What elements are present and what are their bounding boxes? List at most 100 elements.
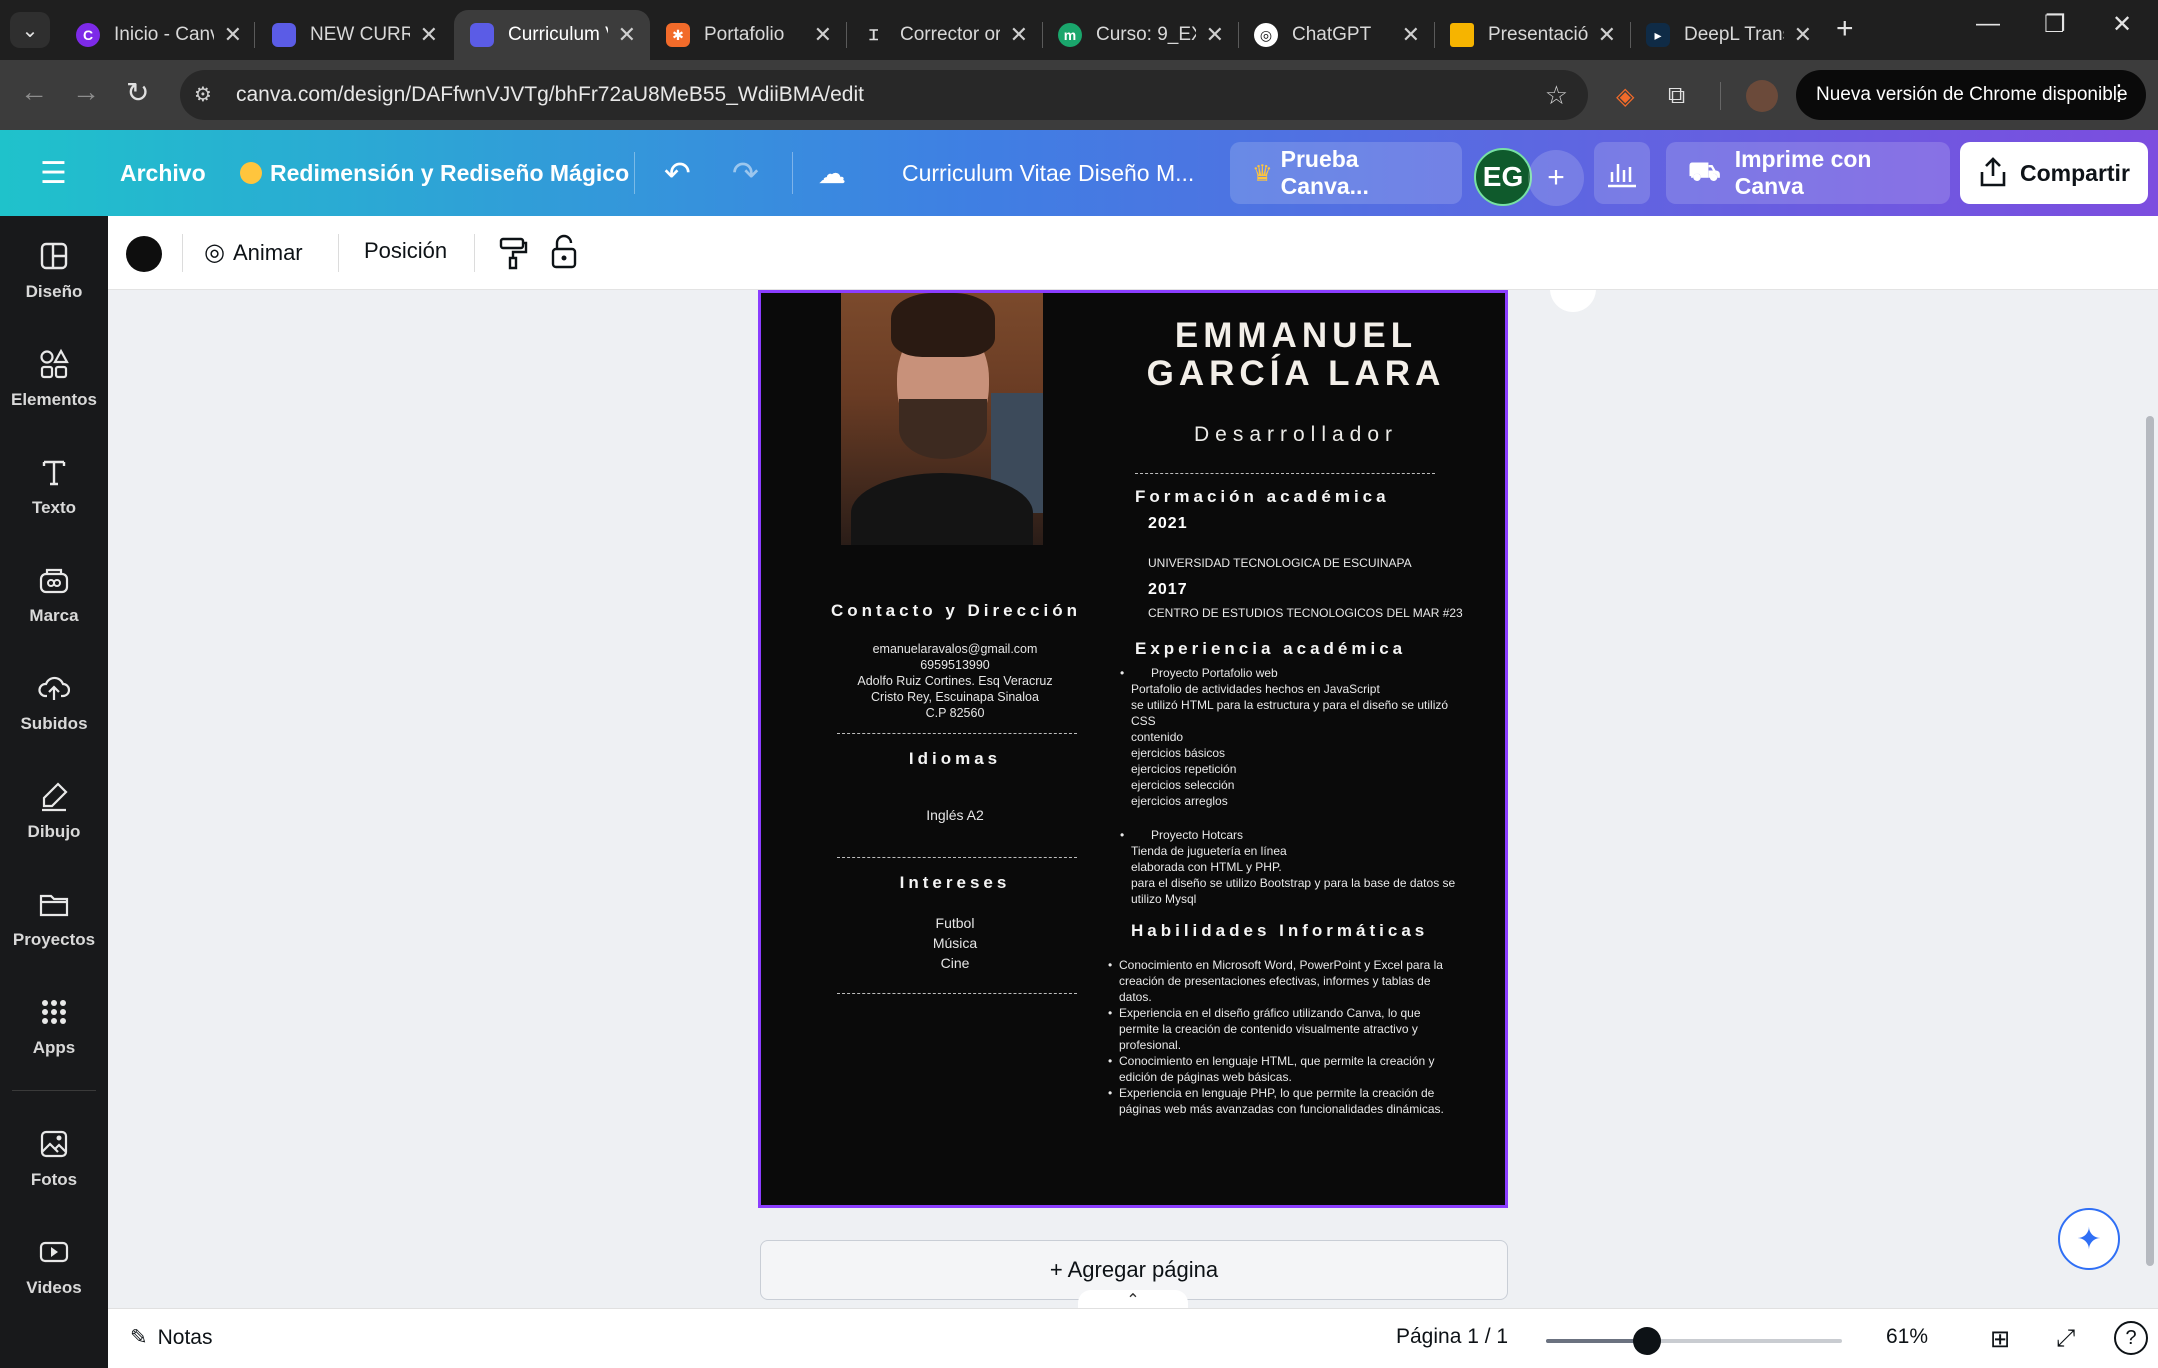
lock-open-icon[interactable] [550, 234, 578, 270]
brand-icon [39, 568, 69, 594]
restore-icon[interactable]: ❐ [2044, 10, 2066, 39]
divider-line [1135, 473, 1435, 474]
profile-avatar[interactable] [1746, 80, 1778, 112]
sidebar-item-brand[interactable]: Marca [0, 550, 108, 650]
minimize-icon[interactable]: — [1976, 10, 2000, 38]
close-window-icon[interactable]: ✕ [2112, 10, 2132, 39]
cloud-saved-icon[interactable]: ☁ [818, 130, 846, 216]
contact-block[interactable]: emanuelaravalos@gmail.com 6959513990 Ado… [831, 641, 1079, 721]
more-vert-icon[interactable]: ⋮ [2108, 80, 2130, 106]
grid-view-icon[interactable]: ⊞ [1990, 1325, 2010, 1354]
contact-title[interactable]: Contacto y Dirección [811, 601, 1101, 621]
browser-tab[interactable]: m Curso: 9_EXAMEN ✕ [1042, 10, 1238, 60]
reload-icon[interactable]: ↻ [126, 76, 149, 109]
vertical-scrollbar[interactable] [2146, 416, 2154, 1266]
education-year[interactable]: 2017 [1148, 581, 1188, 599]
redo-icon[interactable]: ↷ [732, 130, 759, 216]
zoom-slider[interactable] [1546, 1327, 1842, 1355]
resume-page[interactable]: EMMANUEL GARCÍA LARA Desarrollador Forma… [758, 290, 1508, 1208]
experience-title[interactable]: Experiencia académica [1135, 639, 1406, 659]
file-menu[interactable]: Archivo [120, 130, 206, 216]
site-settings-icon[interactable]: ⚙ [194, 82, 220, 108]
close-icon[interactable]: ✕ [814, 22, 832, 48]
fullscreen-icon[interactable]: ⤢ [2056, 1325, 2075, 1353]
magic-resize-button[interactable]: Redimensión y Rediseño Mágico [240, 130, 629, 216]
resume-name[interactable]: EMMANUEL GARCÍA LARA [1121, 317, 1471, 393]
animate-button[interactable]: ◎ Animar [204, 238, 303, 267]
copy-style-paint-roller-icon[interactable] [498, 236, 528, 270]
sidebar-item-label: Elementos [11, 390, 97, 409]
forward-arrow-icon[interactable]: → [72, 76, 100, 108]
close-icon[interactable]: ✕ [420, 22, 438, 48]
skills-title[interactable]: Habilidades Informáticas [1131, 921, 1428, 941]
experience-line: Tienda de juguetería en línea [1131, 844, 1287, 858]
invite-plus-icon[interactable]: + [1528, 150, 1584, 206]
sidebar-item-elements[interactable]: Elementos [0, 334, 108, 434]
experience-block-2[interactable]: Proyecto Hotcars Tienda de juguetería en… [1120, 827, 1455, 907]
new-tab-plus-icon[interactable]: + [1836, 12, 1854, 46]
browser-tab[interactable]: ◎ ChatGPT ✕ [1238, 10, 1434, 60]
sidebar-item-design[interactable]: Diseño [0, 226, 108, 326]
tab-search-chevron-icon[interactable]: ⌄ [10, 12, 50, 48]
undo-icon[interactable]: ↶ [664, 130, 691, 216]
education-school[interactable]: CENTRO DE ESTUDIOS TECNOLOGICOS DEL MAR … [1148, 605, 1463, 621]
sidebar-item-videos[interactable]: Videos [0, 1222, 108, 1322]
extensions-puzzle-icon[interactable]: ⧉ [1668, 82, 1685, 110]
close-icon[interactable]: ✕ [1598, 22, 1616, 48]
share-button[interactable]: Compartir [1960, 142, 2148, 204]
address-bar[interactable]: ⚙ canva.com/design/DAFfwnVJVTg/bhFr72aU8… [180, 70, 1588, 120]
close-icon[interactable]: ✕ [1206, 22, 1224, 48]
bookmark-star-icon[interactable]: ☆ [1545, 80, 1568, 111]
interests-title[interactable]: Intereses [831, 873, 1079, 893]
rotate-handle[interactable] [1550, 290, 1596, 312]
browser-tab[interactable]: ✱ Portafolio ✕ [650, 10, 846, 60]
browser-tab[interactable]: NEW CURRICULUM ✕ [256, 10, 452, 60]
browser-tab-active[interactable]: Curriculum Vitae ✕ [454, 10, 650, 60]
document-title[interactable]: Curriculum Vitae Diseño M... [902, 130, 1194, 216]
zoom-level[interactable]: 61% [1886, 1325, 1928, 1349]
education-school[interactable]: UNIVERSIDAD TECNOLOGICA DE ESCUINAPA [1148, 555, 1412, 571]
extension-icon[interactable]: ◈ [1616, 82, 1634, 111]
chrome-update-button[interactable]: Nueva versión de Chrome disponible ⋮ [1796, 70, 2146, 120]
close-icon[interactable]: ✕ [1010, 22, 1028, 48]
chevron-up-icon[interactable]: ⌃ [1078, 1290, 1188, 1308]
language-item[interactable]: Inglés A2 [831, 807, 1079, 823]
page-indicator[interactable]: Página 1 / 1 [1396, 1325, 1508, 1349]
hamburger-menu-icon[interactable]: ☰ [40, 130, 67, 216]
sidebar-item-text[interactable]: Texto [0, 442, 108, 542]
notes-button[interactable]: ✎ Notas [130, 1325, 212, 1350]
magic-sparkle-icon[interactable]: ✦ [2058, 1208, 2120, 1270]
profile-photo[interactable] [841, 293, 1043, 545]
close-icon[interactable]: ✕ [618, 22, 636, 48]
close-icon[interactable]: ✕ [224, 22, 242, 48]
resume-role[interactable]: Desarrollador [1121, 423, 1471, 447]
browser-tab[interactable]: Ꮖ Corrector ortográfico ✕ [846, 10, 1042, 60]
user-avatar[interactable]: EG [1474, 148, 1532, 206]
languages-title[interactable]: Idiomas [831, 749, 1079, 769]
education-year[interactable]: 2021 [1148, 515, 1188, 533]
experience-block-1[interactable]: Proyecto Portafolio web Portafolio de ac… [1120, 665, 1448, 809]
close-icon[interactable]: ✕ [1794, 22, 1812, 48]
interests-list[interactable]: Futbol Música Cine [831, 913, 1079, 973]
skills-list[interactable]: Conocimiento en Microsoft Word, PowerPoi… [1108, 957, 1444, 1117]
sidebar-item-projects[interactable]: Proyectos [0, 874, 108, 974]
zoom-slider-handle[interactable] [1632, 1327, 1661, 1355]
browser-tab[interactable]: Presentación ✕ [1434, 10, 1630, 60]
browser-tab[interactable]: C Inicio - Canva ✕ [60, 10, 256, 60]
position-button[interactable]: Posición [364, 238, 447, 264]
print-with-canva-button[interactable]: ⛟ Imprime con Canva [1666, 142, 1950, 204]
help-icon[interactable]: ? [2114, 1321, 2148, 1355]
browser-tab[interactable]: ▸ DeepL Translate ✕ [1630, 10, 1826, 60]
color-picker-swatch[interactable] [126, 236, 162, 272]
education-title[interactable]: Formación académica [1135, 487, 1390, 507]
canva-pro-trial-button[interactable]: ♛ Prueba Canva... [1230, 142, 1462, 204]
experience-line: elaborada con HTML y PHP. [1131, 860, 1282, 874]
close-icon[interactable]: ✕ [1402, 22, 1420, 48]
sidebar-item-draw[interactable]: Dibujo [0, 766, 108, 866]
insights-chart-icon[interactable] [1594, 142, 1650, 204]
sidebar-item-photos[interactable]: Fotos [0, 1114, 108, 1214]
back-arrow-icon[interactable]: ← [20, 76, 48, 108]
sidebar-item-uploads[interactable]: Subidos [0, 658, 108, 758]
sidebar-item-apps[interactable]: Apps [0, 982, 108, 1082]
skill-line: Experiencia en el diseño gráfico utiliza… [1119, 1006, 1421, 1020]
